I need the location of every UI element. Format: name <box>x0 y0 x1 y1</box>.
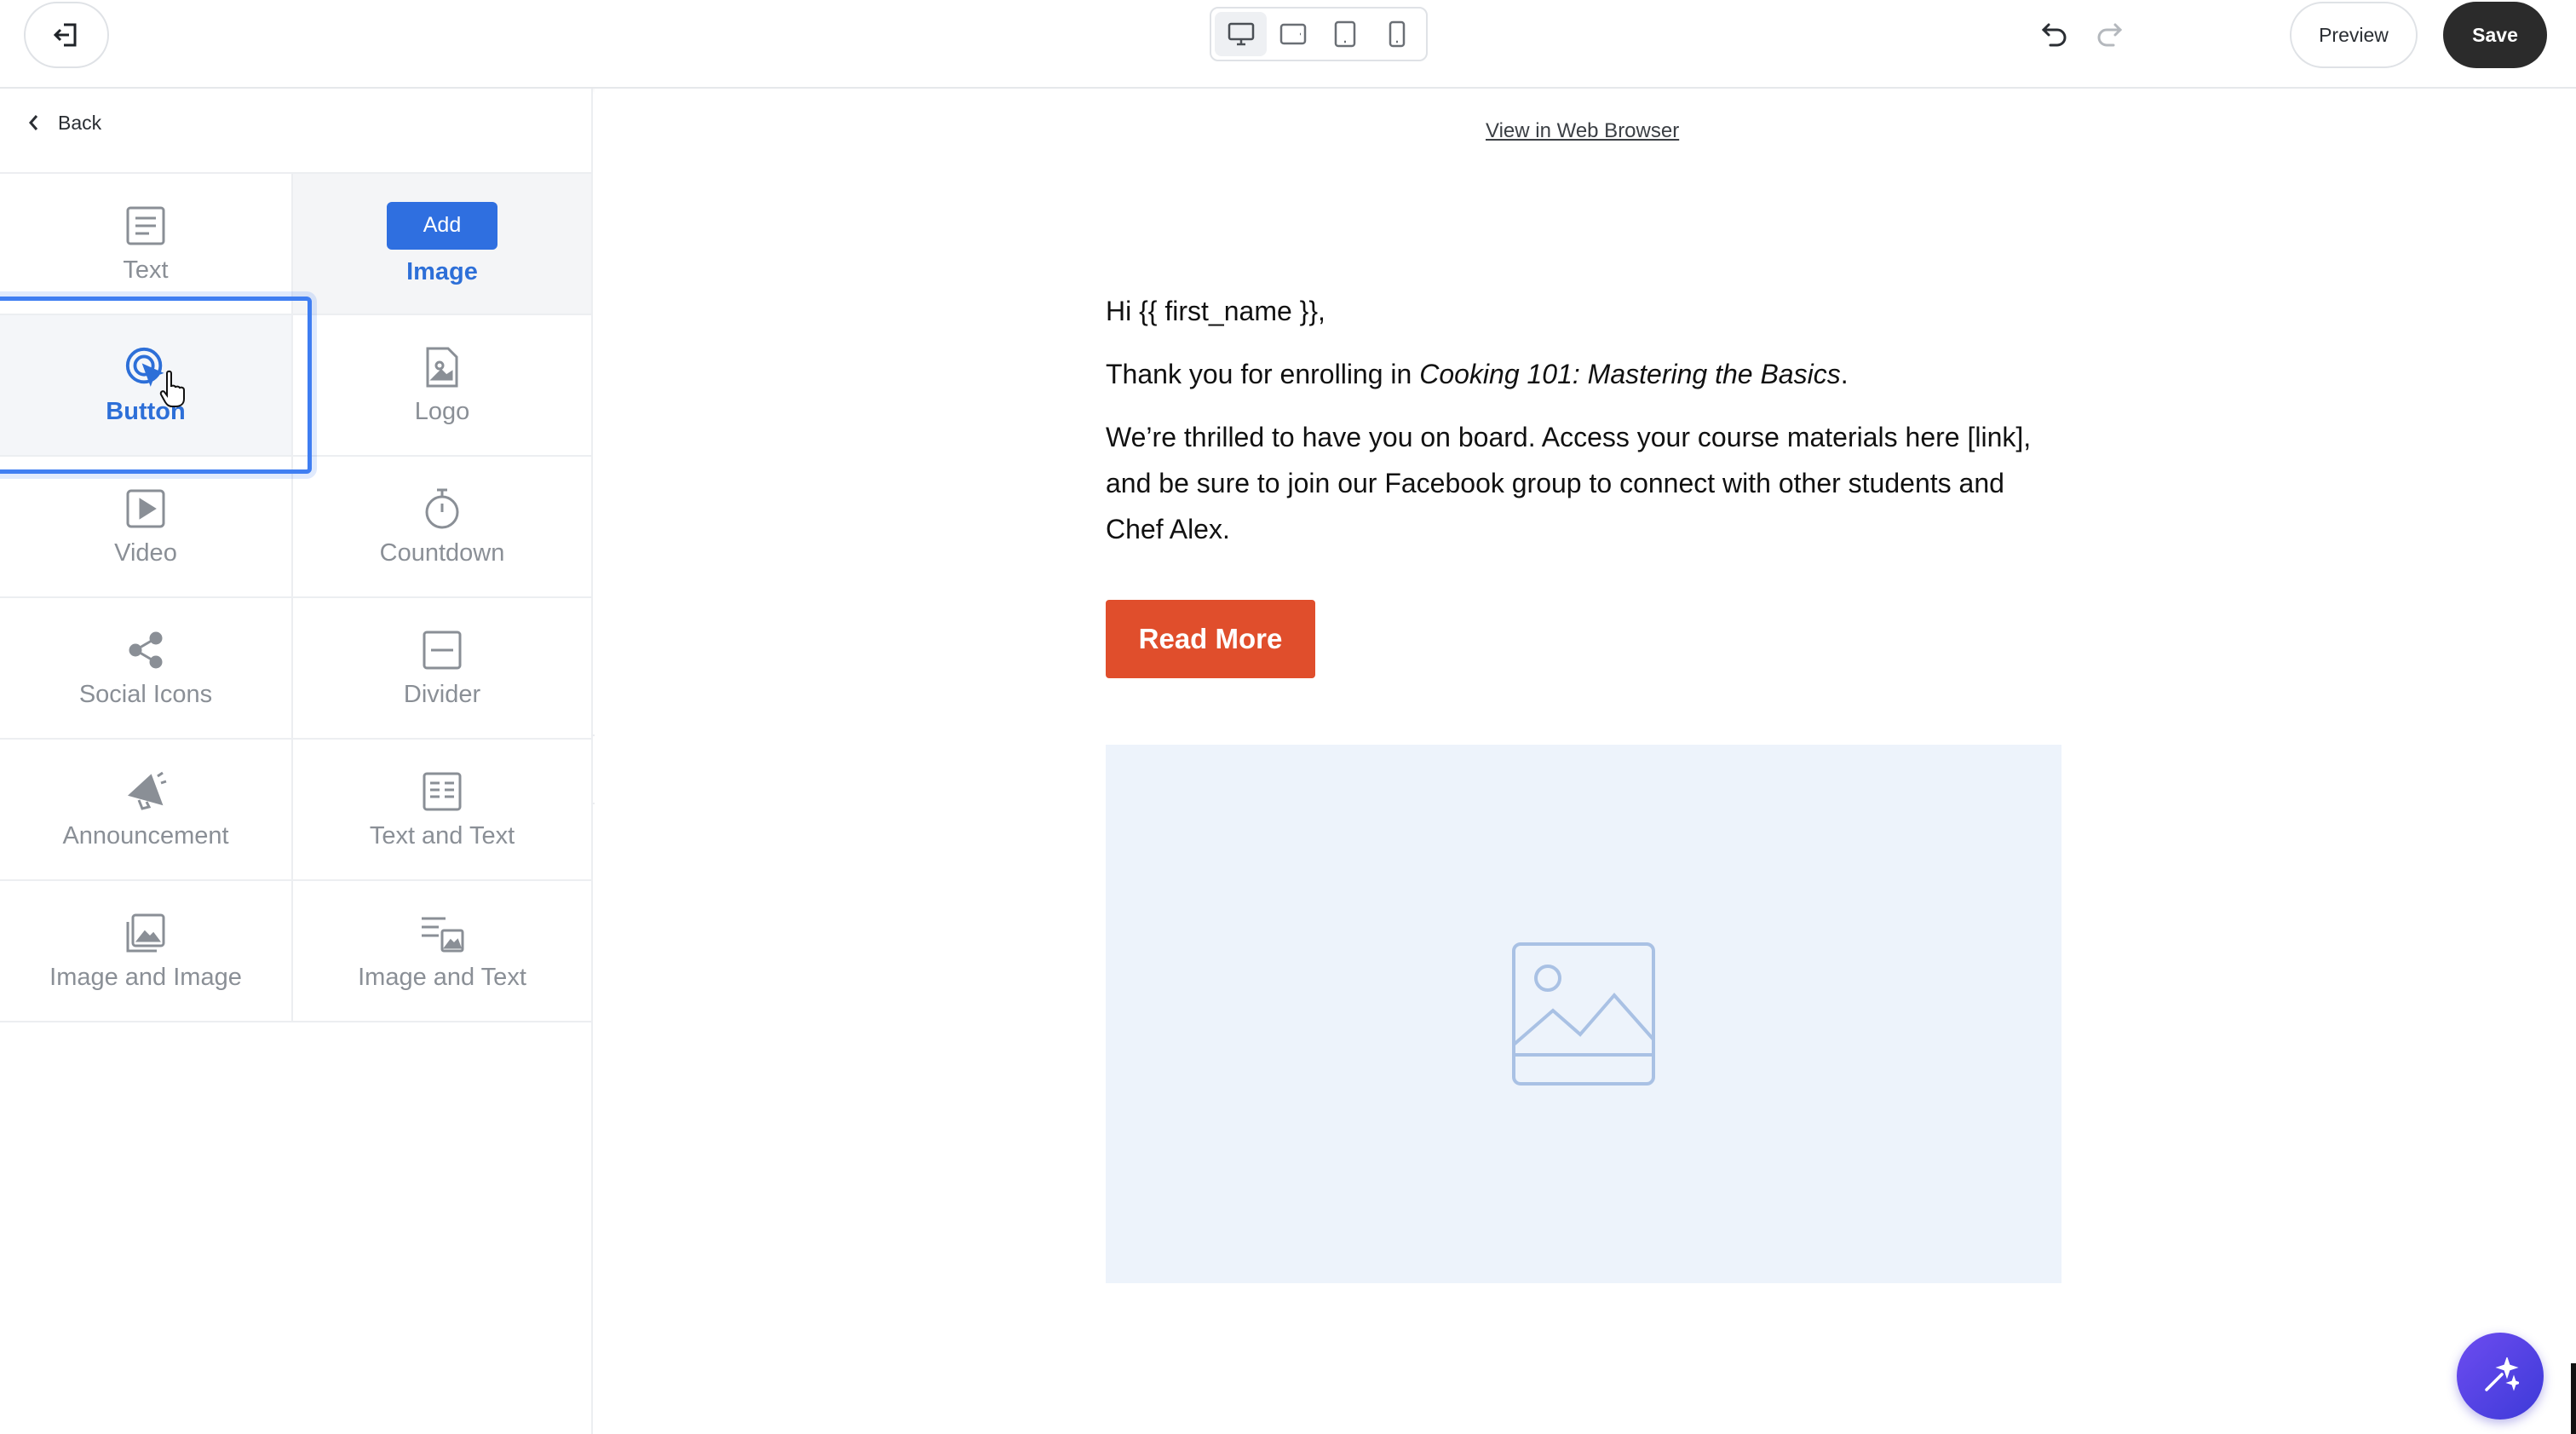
divider-block-icon <box>420 628 464 672</box>
block-video-label: Video <box>114 538 177 567</box>
device-preview-switcher <box>1210 7 1428 61</box>
device-mobile-button[interactable] <box>1371 12 1423 56</box>
block-text-label: Text <box>123 256 169 284</box>
add-image-button[interactable]: Add <box>387 201 497 250</box>
block-text-and-text-label: Text and Text <box>369 821 515 849</box>
block-divider-label: Divider <box>403 680 481 708</box>
view-in-browser-link[interactable]: View in Web Browser <box>1486 119 1679 143</box>
enrollment-suffix: . <box>1840 359 1849 389</box>
block-social-icons-label: Social Icons <box>78 680 213 708</box>
undo-icon <box>2041 23 2067 47</box>
block-social-icons[interactable]: Social Icons <box>0 598 293 740</box>
block-image-and-text-label: Image and Text <box>358 963 526 991</box>
hand-pointer-cursor-icon <box>159 370 185 407</box>
chevron-left-icon <box>29 115 38 130</box>
exit-button[interactable] <box>24 2 109 68</box>
greeting-line: Hi {{ first_name }}, <box>1106 296 1325 326</box>
tablet-landscape-icon <box>1279 23 1306 45</box>
logo-block-icon <box>420 345 464 389</box>
back-label: Back <box>58 111 102 134</box>
block-image-label: Image <box>406 257 478 285</box>
share-icon <box>124 628 168 672</box>
block-logo-label: Logo <box>414 397 470 425</box>
block-text[interactable]: Text <box>0 174 293 315</box>
image-and-image-icon <box>124 911 168 955</box>
save-button[interactable]: Save <box>2443 2 2547 68</box>
window-edge <box>2571 1363 2576 1434</box>
image-placeholder[interactable] <box>1106 745 2061 1283</box>
block-text-and-text[interactable]: Text and Text <box>293 740 591 881</box>
exit-icon <box>53 23 77 47</box>
block-logo[interactable]: Logo <box>293 315 591 457</box>
block-countdown-label: Countdown <box>379 538 505 567</box>
redo-button[interactable] <box>2090 14 2128 55</box>
ai-assistant-button[interactable] <box>2457 1333 2544 1420</box>
magic-wand-icon <box>2485 1357 2519 1391</box>
block-button[interactable]: Button <box>0 315 293 457</box>
tablet-icon <box>1334 20 1355 48</box>
block-announcement-label: Announcement <box>62 821 229 849</box>
mobile-icon <box>1389 20 1405 48</box>
course-title: Cooking 101: Mastering the Basics <box>1419 359 1841 389</box>
welcome-paragraph: We’re thrilled to have you on board. Acc… <box>1106 422 2032 544</box>
enrollment-line: Thank you for enrolling in Cooking 101: … <box>1106 351 2061 397</box>
block-image[interactable]: Add Image <box>293 174 591 315</box>
read-more-button[interactable]: Read More <box>1106 600 1315 678</box>
device-tablet-button[interactable] <box>1319 12 1371 56</box>
block-countdown[interactable]: Countdown <box>293 457 591 598</box>
stopwatch-icon <box>420 487 464 531</box>
block-image-and-text[interactable]: Image and Text <box>293 881 591 1022</box>
block-image-and-image[interactable]: Image and Image <box>0 881 293 1022</box>
top-toolbar: Preview Save <box>0 0 2576 89</box>
back-button[interactable]: Back <box>27 106 101 140</box>
text-and-text-icon <box>420 769 464 814</box>
text-block-icon <box>124 204 168 248</box>
block-image-and-image-label: Image and Image <box>49 963 242 991</box>
redo-icon <box>2097 23 2123 47</box>
enrollment-prefix: Thank you for enrolling in <box>1106 359 1420 389</box>
desktop-icon <box>1228 22 1254 46</box>
device-desktop-button[interactable] <box>1215 12 1267 56</box>
email-body-text[interactable]: Hi {{ first_name }}, Thank you for enrol… <box>1106 288 2061 569</box>
block-announcement[interactable]: Announcement <box>0 740 293 881</box>
device-tablet-landscape-button[interactable] <box>1267 12 1319 56</box>
block-divider[interactable]: Divider <box>293 598 591 740</box>
block-video[interactable]: Video <box>0 457 293 598</box>
preview-button[interactable]: Preview <box>2290 2 2418 68</box>
megaphone-icon <box>124 769 168 814</box>
blocks-sidebar: Back Text Add Image Button Logo Video Co… <box>0 89 593 1434</box>
undo-button[interactable] <box>2036 14 2073 55</box>
image-placeholder-icon <box>1512 942 1655 1086</box>
blocks-grid: Text Add Image Button Logo Video Countdo… <box>0 172 593 1022</box>
video-block-icon <box>124 487 168 531</box>
image-and-text-icon <box>420 911 464 955</box>
